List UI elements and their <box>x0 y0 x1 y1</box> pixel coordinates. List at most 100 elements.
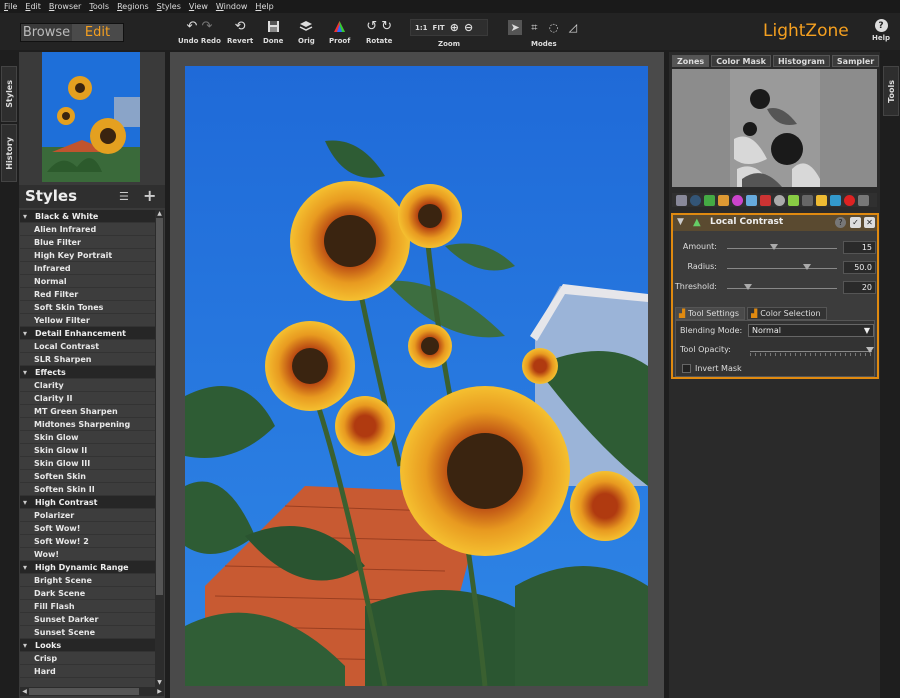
menu-tools[interactable]: Tools <box>89 2 109 11</box>
orig-button[interactable]: Orig <box>298 18 315 45</box>
channel-mixer-icon[interactable] <box>774 194 785 206</box>
browse-mode-button[interactable]: Browse <box>21 24 72 41</box>
scrollbar-thumb[interactable] <box>29 688 139 695</box>
done-button[interactable]: Done <box>263 18 283 45</box>
list-item[interactable]: Soft Wow! <box>20 522 155 535</box>
list-item[interactable]: Clarity <box>20 379 155 392</box>
redo-icon[interactable]: ↷ <box>202 19 213 34</box>
rotate-left-icon[interactable]: ↺ <box>366 19 377 34</box>
style-group-detail-enhancement[interactable]: Detail Enhancement <box>20 327 155 340</box>
list-item[interactable]: Midtones Sharpening <box>20 418 155 431</box>
white-balance-icon[interactable] <box>746 194 757 206</box>
list-item[interactable]: Skin Glow II <box>20 444 155 457</box>
tool-opacity-slider-handle[interactable] <box>865 347 874 353</box>
crop-icon[interactable]: ⌗ <box>527 20 541 35</box>
list-item[interactable]: Dark Scene <box>20 587 155 600</box>
tone-curve-icon[interactable] <box>690 194 701 206</box>
menu-styles[interactable]: Styles <box>157 2 181 11</box>
red-eye-icon[interactable] <box>844 194 855 206</box>
amount-slider-track[interactable] <box>727 248 837 249</box>
radius-slider-track[interactable] <box>727 268 837 269</box>
tab-sampler[interactable]: Sampler <box>831 55 880 67</box>
radius-slider-handle[interactable] <box>803 264 812 270</box>
list-item[interactable]: Bright Scene <box>20 574 155 587</box>
list-item[interactable]: Hard <box>20 665 155 678</box>
list-item[interactable]: Skin Glow III <box>20 457 155 470</box>
amount-value-field[interactable]: 15 <box>843 241 876 254</box>
scrollbar-thumb[interactable] <box>156 218 163 595</box>
scroll-up-icon[interactable]: ▲ <box>155 210 164 218</box>
menu-edit[interactable]: Edit <box>25 2 41 11</box>
list-item[interactable]: Soften Skin II <box>20 483 155 496</box>
hue-sat-icon[interactable] <box>718 194 729 206</box>
region-icon[interactable]: ◿ <box>566 20 580 35</box>
sharpen-icon[interactable] <box>816 194 827 206</box>
noise-reduction-icon[interactable] <box>802 194 813 206</box>
radius-value-field[interactable]: 50.0 <box>843 261 876 274</box>
style-group-black-white[interactable]: Black & White <box>20 210 155 223</box>
list-item[interactable]: Sunset Darker <box>20 613 155 626</box>
tab-zones[interactable]: Zones <box>672 55 710 67</box>
menu-browser[interactable]: Browser <box>49 2 81 11</box>
arrow-pointer-icon[interactable]: ➤ <box>508 20 523 35</box>
list-item[interactable]: Soft Skin Tones <box>20 301 155 314</box>
style-group-effects[interactable]: Effects <box>20 366 155 379</box>
tab-color-mask[interactable]: Color Mask <box>711 55 771 67</box>
styles-horizontal-scrollbar[interactable]: ◀ ▶ <box>20 687 164 696</box>
rotate-button[interactable]: ↺ ↻ Rotate <box>366 18 392 45</box>
help-button[interactable]: ? Help <box>872 19 890 42</box>
list-item[interactable]: Crisp <box>20 652 155 665</box>
list-item[interactable]: Local Contrast <box>20 340 155 353</box>
tool-enable-checkbox-icon[interactable]: ✓ <box>850 217 861 228</box>
threshold-value-field[interactable]: 20 <box>843 281 876 294</box>
tab-histogram[interactable]: Histogram <box>772 55 830 67</box>
list-item[interactable]: Normal <box>20 275 155 288</box>
list-item[interactable]: Yellow Filter <box>20 314 155 327</box>
list-item[interactable]: Clarity II <box>20 392 155 405</box>
list-item[interactable]: SLR Sharpen <box>20 353 155 366</box>
list-item[interactable]: MT Green Sharpen <box>20 405 155 418</box>
edit-mode-button[interactable]: Edit <box>72 24 123 41</box>
zoom-out-icon[interactable]: ⊖ <box>464 21 473 34</box>
threshold-slider-handle[interactable] <box>743 284 752 290</box>
zoom-fit-button[interactable]: FIT <box>433 24 445 32</box>
menu-file[interactable]: File <box>4 2 17 11</box>
menu-regions[interactable]: Regions <box>117 2 149 11</box>
tool-opacity-slider-track[interactable] <box>750 351 872 352</box>
list-item[interactable]: Blue Filter <box>20 236 155 249</box>
styles-vertical-scrollbar[interactable]: ▲ ▼ <box>155 210 164 687</box>
proof-button[interactable]: Proof <box>329 18 350 45</box>
zoom-in-icon[interactable]: ⊕ <box>450 21 459 34</box>
style-group-looks[interactable]: Looks <box>20 639 155 652</box>
add-style-icon[interactable]: + <box>143 186 156 205</box>
blur-icon[interactable] <box>830 194 841 206</box>
undo-redo-button[interactable]: ↶ ↷ Undo Redo <box>178 18 221 45</box>
revert-button[interactable]: ⟲ Revert <box>227 18 253 45</box>
tab-history[interactable]: History <box>1 124 17 182</box>
menu-window[interactable]: Window <box>216 2 248 11</box>
undo-icon[interactable]: ↶ <box>186 19 197 34</box>
scroll-left-icon[interactable]: ◀ <box>20 687 29 696</box>
list-item[interactable]: Skin Glow <box>20 431 155 444</box>
menu-help[interactable]: Help <box>255 2 273 11</box>
color-balance-icon[interactable] <box>732 194 743 206</box>
tab-tools[interactable]: Tools <box>883 66 899 116</box>
relight-icon[interactable] <box>704 194 715 206</box>
list-item[interactable]: Polarizer <box>20 509 155 522</box>
menu-view[interactable]: View <box>189 2 208 11</box>
zoom-1to1-button[interactable]: 1:1 <box>415 24 428 32</box>
style-group-high-contrast[interactable]: High Contrast <box>20 496 155 509</box>
tool-close-icon[interactable]: ✕ <box>864 217 875 228</box>
zone-mapper-icon[interactable] <box>676 194 687 206</box>
temperature-icon[interactable] <box>760 194 771 206</box>
rotate-right-icon[interactable]: ↻ <box>381 19 392 34</box>
list-item[interactable]: Soft Wow! 2 <box>20 535 155 548</box>
tool-help-icon[interactable]: ? <box>835 217 846 228</box>
list-item[interactable]: Infrared <box>20 262 155 275</box>
list-item[interactable]: Red Filter <box>20 288 155 301</box>
scroll-right-icon[interactable]: ▶ <box>155 687 164 696</box>
style-group-high-dynamic-range[interactable]: High Dynamic Range <box>20 561 155 574</box>
list-item[interactable]: Alien Infrared <box>20 223 155 236</box>
amount-slider-handle[interactable] <box>770 244 779 250</box>
tab-tool-settings[interactable]: ▟ Tool Settings <box>675 307 746 320</box>
